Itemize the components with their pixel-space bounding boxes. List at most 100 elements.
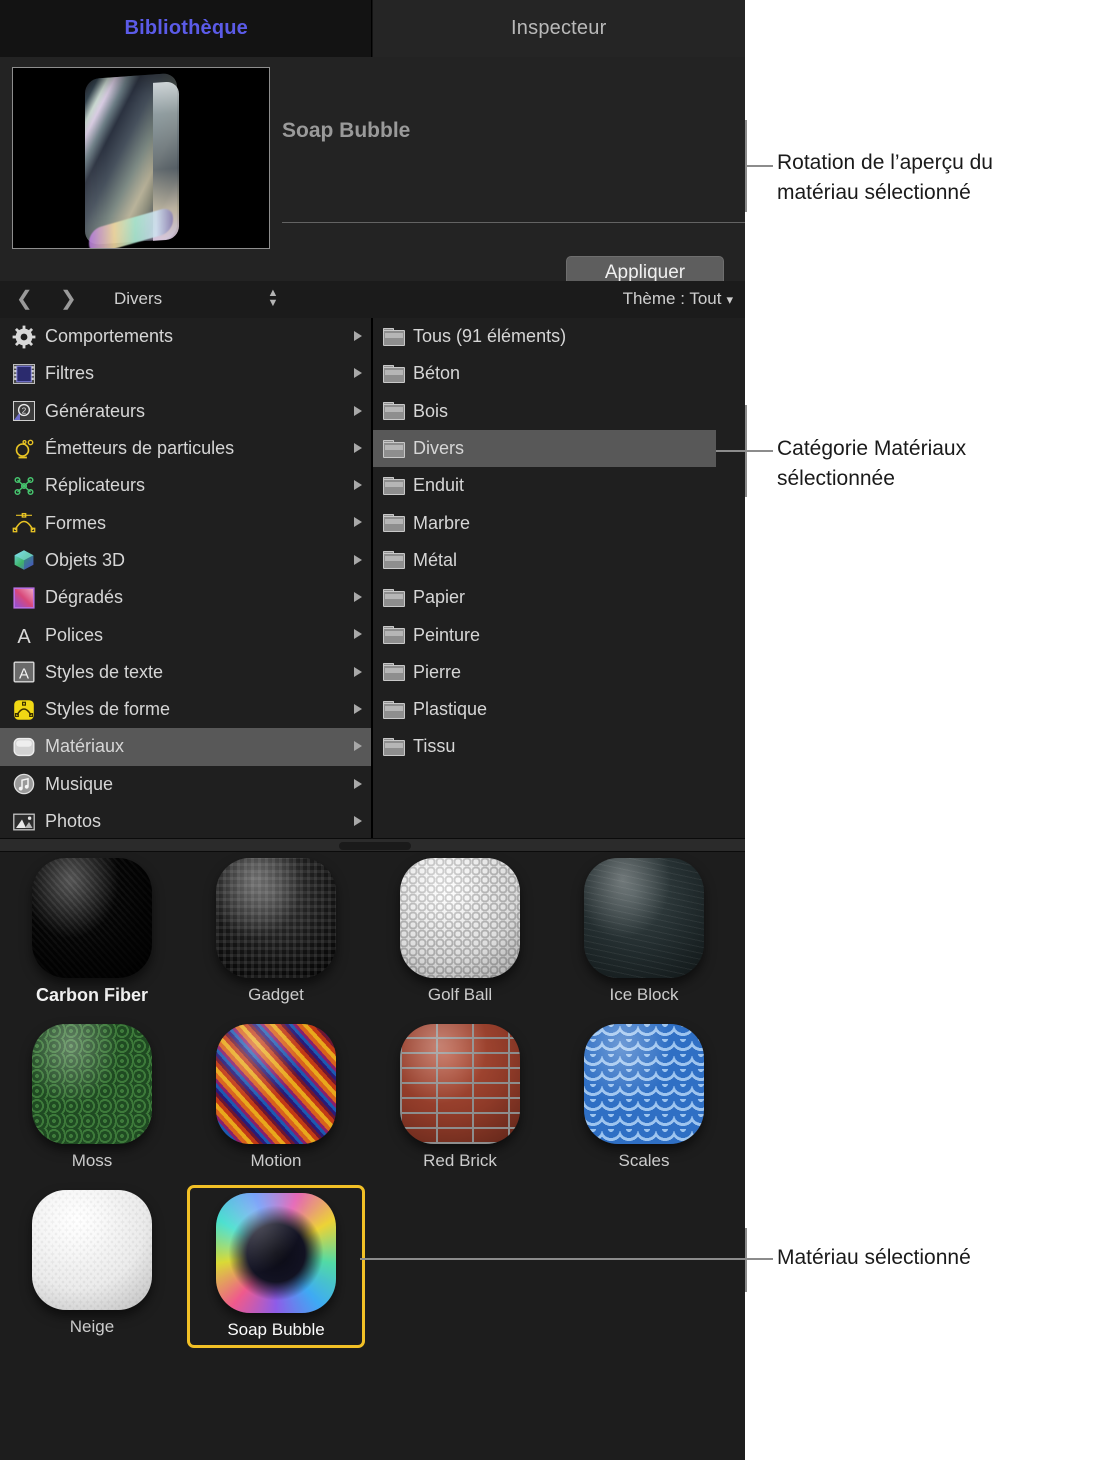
material-item-carbon-fiber[interactable]: Carbon Fiber: [0, 858, 184, 1006]
folder-item-divers[interactable]: Divers: [373, 429, 716, 468]
material-item-gadget[interactable]: Gadget: [184, 858, 368, 1005]
folder-item-tous-91-l-ments[interactable]: Tous (91 éléments): [373, 318, 745, 355]
sidebar-item-polices[interactable]: A Polices: [0, 616, 371, 653]
sidebar-item-formes[interactable]: Formes: [0, 504, 371, 541]
chevron-right-icon: [354, 666, 362, 677]
material-swatch: [584, 1024, 704, 1144]
material-grid[interactable]: Carbon Fiber Gadget Golf Ball Ice Block Moss…: [0, 852, 745, 1460]
page-title: Soap Bubble: [282, 119, 411, 142]
filmstrip-icon: [12, 362, 36, 386]
folder-item-enduit[interactable]: Enduit: [373, 467, 745, 504]
folder-item-b-ton[interactable]: Béton: [373, 355, 745, 392]
sidebar-item-filtres[interactable]: Filtres: [0, 355, 371, 392]
material-swatch: [400, 1024, 520, 1144]
resize-handle-icon[interactable]: [339, 842, 411, 850]
gear-icon: [12, 325, 36, 349]
sidebar-item-label: Photos: [45, 811, 102, 831]
sort-stepper-icon[interactable]: ▲ ▼: [265, 288, 281, 310]
sidebar-item-comportements[interactable]: Comportements: [0, 318, 371, 355]
chevron-right-icon: [354, 741, 362, 752]
sidebar-item-label: Générateurs: [45, 400, 146, 421]
material-swatch: [400, 858, 520, 978]
folder-list[interactable]: Tous (91 éléments) Béton Bois Divers Enduit M…: [373, 318, 745, 838]
chevron-right-icon[interactable]: ❯: [60, 289, 77, 309]
folder-item-label: Tissu: [413, 736, 456, 757]
folder-icon: [383, 327, 405, 346]
folder-item-marbre[interactable]: Marbre: [373, 504, 745, 541]
swatch-gloss: [216, 1193, 336, 1313]
cube-3d-icon: [12, 548, 36, 572]
sidebar-item-label: Émetteurs de particules: [45, 438, 235, 459]
font-icon: A: [12, 623, 36, 648]
material-item-golf-ball[interactable]: Golf Ball: [368, 858, 552, 1005]
sidebar-item-musique[interactable]: Musique: [0, 766, 371, 803]
folder-item-peinture[interactable]: Peinture: [373, 616, 745, 653]
category-list[interactable]: Comportements Filtres 2 Générateurs Émetteur…: [0, 318, 371, 838]
sidebar-item-label: Formes: [45, 512, 107, 533]
chevron-right-icon: [354, 778, 362, 789]
svg-text:2: 2: [22, 407, 27, 416]
material-item-ice-block[interactable]: Ice Block: [552, 858, 736, 1005]
chevron-right-icon: [354, 703, 362, 714]
material-item-soap-bubble[interactable]: Soap Bubble: [187, 1185, 365, 1348]
preview-separator: [282, 222, 745, 223]
chevron-left-icon[interactable]: ❮: [16, 289, 33, 309]
folder-item-m-tal[interactable]: Métal: [373, 542, 745, 579]
folder-item-label: Tous (91 éléments): [413, 326, 567, 347]
material-preview-thumbnail[interactable]: [12, 67, 270, 249]
callout-leader-2: [716, 450, 773, 452]
tab-inspecteur[interactable]: Inspecteur: [372, 0, 745, 57]
tab-bibliotheque[interactable]: Bibliothèque: [0, 0, 373, 57]
folder-item-plastique[interactable]: Plastique: [373, 691, 745, 728]
material-item-label: Golf Ball: [427, 985, 493, 1004]
theme-filter-menu[interactable]: Thème : Tout ▾: [623, 289, 733, 309]
swatch-gloss: [584, 858, 704, 978]
sidebar-item-label: Matériaux: [45, 736, 125, 757]
swatch-gloss: [400, 858, 520, 978]
material-item-label: Soap Bubble: [227, 1320, 325, 1339]
folder-item-label: Papier: [413, 587, 466, 608]
sidebar-item-label: Objets 3D: [45, 549, 126, 570]
tab-divider: [371, 0, 372, 57]
material-item-red-brick[interactable]: Red Brick: [368, 1024, 552, 1171]
chevron-right-icon: [354, 405, 362, 416]
photo-icon: [12, 810, 36, 834]
sidebar-item-mat-riaux[interactable]: Matériaux: [0, 728, 371, 766]
folder-item-pierre[interactable]: Pierre: [373, 654, 745, 691]
sidebar-item-metteurs-de-particules[interactable]: Émetteurs de particules: [0, 430, 371, 467]
callout-2: Catégorie Matériaux sélectionnée: [777, 434, 1087, 494]
material-item-label: Ice Block: [609, 985, 679, 1004]
folder-icon: [383, 439, 405, 458]
material-swatch: [32, 1190, 152, 1310]
sidebar-item-photos[interactable]: Photos: [0, 803, 371, 838]
material-item-moss[interactable]: Moss: [0, 1024, 184, 1171]
library-browser: Comportements Filtres 2 Générateurs Émetteur…: [0, 318, 745, 838]
svg-text:A: A: [19, 666, 29, 683]
folder-icon: [383, 551, 405, 570]
sidebar-item-g-n-rateurs[interactable]: 2 Générateurs: [0, 393, 371, 430]
callout-3-line1: Matériau sélectionné: [777, 1246, 971, 1269]
sidebar-item-styles-de-forme[interactable]: Styles de forme: [0, 691, 371, 728]
material-item-neige[interactable]: Neige: [0, 1190, 184, 1337]
material-swatch: [32, 1024, 152, 1144]
sidebar-item-d-grad-s[interactable]: Dégradés: [0, 579, 371, 616]
callout-leader-1: [745, 165, 773, 167]
callout-bracket-3: [745, 1228, 747, 1292]
folder-item-label: Plastique: [413, 699, 488, 720]
folder-item-label: Bois: [413, 400, 449, 421]
folder-item-tissu[interactable]: Tissu: [373, 728, 745, 765]
sidebar-item-r-plicateurs[interactable]: Réplicateurs: [0, 467, 371, 504]
folder-icon: [383, 700, 405, 719]
sidebar-item-objets-3d[interactable]: Objets 3D: [0, 542, 371, 579]
folder-item-label: Marbre: [413, 512, 471, 533]
panel-splitter[interactable]: [0, 838, 745, 852]
material-item-motion[interactable]: Motion: [184, 1024, 368, 1171]
callout-2-line2: sélectionnée: [777, 467, 895, 490]
sidebar-item-styles-de-texte[interactable]: A Styles de texte: [0, 654, 371, 691]
folder-item-bois[interactable]: Bois: [373, 393, 745, 430]
material-item-scales[interactable]: Scales: [552, 1024, 736, 1171]
theme-filter-label: Thème : Tout: [622, 289, 722, 308]
sidebar-item-label: Styles de forme: [45, 699, 171, 720]
text-style-icon: A: [12, 660, 36, 684]
folder-item-papier[interactable]: Papier: [373, 579, 745, 616]
